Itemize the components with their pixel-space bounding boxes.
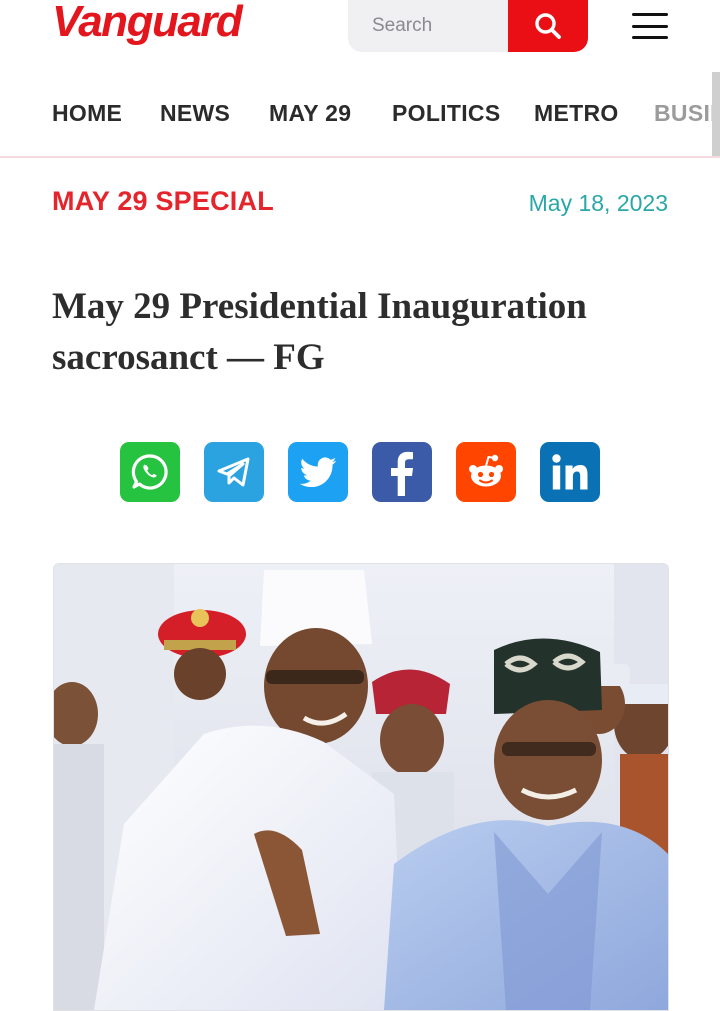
whatsapp-icon	[131, 454, 168, 490]
nav-scrollbar[interactable]	[712, 72, 720, 158]
reddit-share-button[interactable]	[456, 442, 516, 502]
nav-item-politics[interactable]: POLITICS	[392, 100, 500, 127]
article-featured-image[interactable]	[53, 563, 669, 1011]
linkedin-icon	[552, 454, 588, 490]
linkedin-share-button[interactable]	[540, 442, 600, 502]
search-icon	[535, 13, 561, 39]
facebook-share-button[interactable]	[372, 442, 432, 502]
nav-item-home[interactable]: HOME	[52, 100, 122, 127]
twitter-icon	[299, 457, 337, 488]
inauguration-photo	[54, 564, 668, 1010]
nav-item-may-29[interactable]: MAY 29	[269, 100, 351, 127]
nav-divider	[0, 156, 720, 158]
vanguard-logo[interactable]: Vanguard	[52, 0, 243, 48]
facebook-icon	[391, 451, 413, 496]
nav-item-business[interactable]: BUSIN	[654, 100, 716, 127]
search-bar	[348, 0, 588, 52]
whatsapp-share-button[interactable]	[120, 442, 180, 502]
article-category[interactable]: MAY 29 SPECIAL	[52, 186, 274, 217]
article-title: May 29 Presidential Inauguration sacrosa…	[52, 281, 672, 383]
main-nav: HOME NEWS MAY 29 POLITICS METRO BUSIN	[0, 86, 716, 156]
article-title-line-2: sacrosanct — FG	[52, 337, 325, 378]
site-header: Vanguard	[0, 0, 720, 60]
article-date: May 18, 2023	[528, 190, 668, 216]
nav-item-metro[interactable]: METRO	[534, 100, 619, 127]
search-input[interactable]	[348, 0, 508, 52]
twitter-share-button[interactable]	[288, 442, 348, 502]
hamburger-menu-icon[interactable]	[628, 10, 672, 42]
reddit-icon	[469, 454, 503, 487]
search-button[interactable]	[508, 0, 588, 52]
telegram-icon	[217, 457, 250, 487]
nav-item-news[interactable]: NEWS	[160, 100, 230, 127]
telegram-share-button[interactable]	[204, 442, 264, 502]
article-title-line-1: May 29 Presidential Inauguration	[52, 286, 587, 327]
